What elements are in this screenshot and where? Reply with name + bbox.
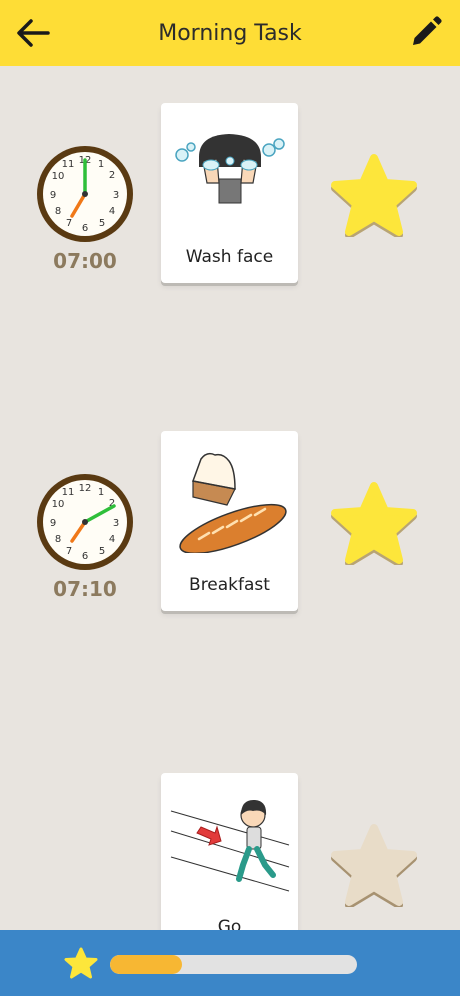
svg-text:1: 1 [98,487,104,498]
svg-text:4: 4 [109,534,115,545]
wash-face-illustration [175,134,285,204]
task-row: 12 1 2 345 678 9 10 11 07:10 Breakfast [0,431,460,621]
task-label: Breakfast [189,575,270,595]
progress-fill [110,955,182,974]
svg-text:5: 5 [99,546,105,557]
svg-text:6: 6 [82,551,88,562]
star-icon[interactable] [330,823,418,907]
task-label: Wash face [185,247,274,267]
svg-text:8: 8 [55,206,61,217]
go-walking-illustration [170,799,290,892]
svg-text:3: 3 [113,518,119,529]
star-icon[interactable] [330,153,418,237]
progress-bar [110,955,357,974]
task-time: 07:00 [53,249,117,273]
svg-text:4: 4 [109,206,115,217]
arrow-left-icon[interactable] [16,17,50,49]
svg-text:12: 12 [79,483,92,494]
progress-footer [0,930,460,996]
app-header: Morning Task [0,0,460,66]
svg-text:1: 1 [98,159,104,170]
svg-text:6: 6 [82,223,88,234]
task-row: 1212 345 678 91011 07:00 [0,103,460,293]
task-row: Go [0,773,460,930]
task-label: Go [217,917,242,930]
task-card[interactable]: Wash face [161,103,298,283]
svg-text:9: 9 [50,518,56,529]
svg-text:8: 8 [55,534,61,545]
task-list[interactable]: 1212 345 678 91011 07:00 [0,66,460,930]
svg-text:10: 10 [52,499,65,510]
page-title: Morning Task [158,20,302,46]
star-icon [64,947,98,979]
task-card[interactable]: Go [161,773,298,930]
task-time: 07:10 [53,577,117,601]
clock-icon: 1212 345 678 91011 [37,474,133,570]
svg-text:3: 3 [113,190,119,201]
breakfast-illustration [179,452,287,553]
svg-text:11: 11 [62,487,75,498]
svg-text:10: 10 [52,171,65,182]
svg-text:2: 2 [109,170,115,181]
star-icon[interactable] [330,481,418,565]
svg-text:11: 11 [62,159,75,170]
svg-text:5: 5 [99,218,105,229]
svg-text:7: 7 [66,546,72,557]
svg-text:7: 7 [66,218,72,229]
svg-text:9: 9 [50,190,56,201]
task-card[interactable]: Breakfast [161,431,298,611]
pencil-icon[interactable] [410,16,442,48]
clock-icon: 1212 345 678 91011 [37,146,133,242]
